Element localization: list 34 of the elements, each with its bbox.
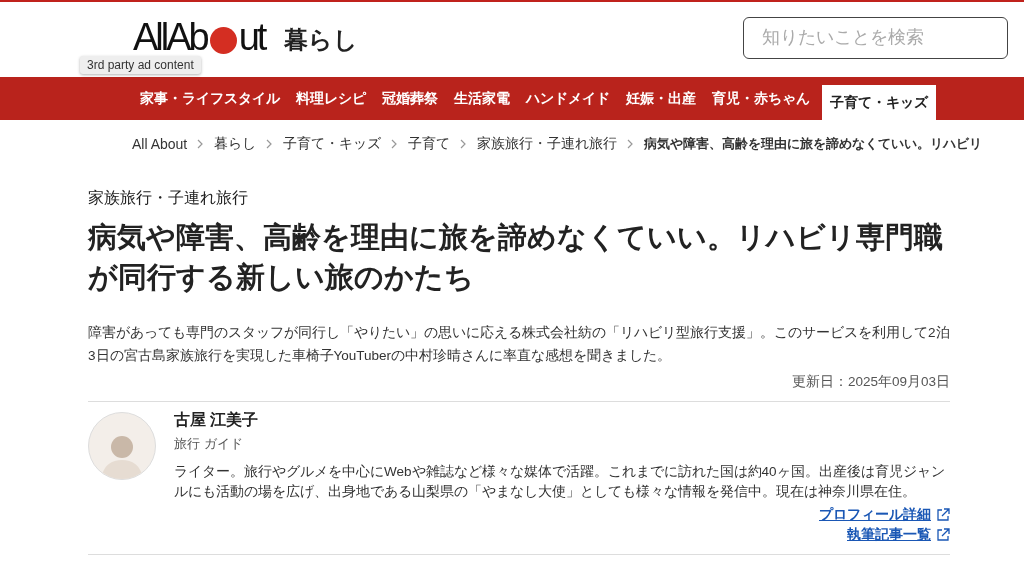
nav-tab[interactable]: 妊娠・出産 (618, 77, 704, 120)
breadcrumb-current: 病気や障害、高齢を理由に旅を諦めなくていい。リハビリ (644, 135, 983, 153)
article-title: 病気や障害、高齢を理由に旅を諦めなくていい。リハビリ専門職が同行する新しい旅のかたち (88, 220, 944, 295)
search-field[interactable]: 知りたいことを検索 (743, 16, 1008, 59)
section-title: 暮らし (284, 24, 359, 55)
breadcrumb-link[interactable]: 暮らし (214, 135, 257, 153)
logo[interactable]: AllAb ut (133, 16, 265, 59)
breadcrumb-link[interactable]: 子育て (408, 135, 451, 153)
nav-tab[interactable]: 冠婚葬祭 (374, 77, 446, 120)
author-name[interactable]: 古屋 江美子 (174, 410, 950, 431)
chevron-icon (460, 139, 468, 149)
author-role: 旅行 ガイド (174, 435, 244, 453)
breadcrumb-link[interactable]: 家族旅行・子連れ旅行 (477, 135, 618, 153)
nav-tab[interactable]: 料理レシピ (288, 77, 374, 120)
breadcrumb-link[interactable]: All About (132, 136, 188, 152)
nav-tab[interactable]: 育児・赤ちゃん (704, 77, 818, 120)
chevron-icon (391, 139, 399, 149)
article-lead: 障害があっても専門のスタッフが同行し「やりたい」の思いに応える株式会社紡の「リハビリ型旅行支援」。このサービスを利用して2泊3日の宮古島家族旅行を実現した車椅子YouTuberの中村珍晴さんに率直な感想を聞きました。 (88, 324, 950, 365)
chevron-icon (627, 139, 635, 149)
chevron-icon (197, 139, 205, 149)
external-link-icon (936, 508, 950, 522)
author-link[interactable]: プロフィール詳細 (819, 506, 950, 524)
nav-tab[interactable]: 生活家電 (446, 77, 518, 120)
nav-tab[interactable]: 家事・ライフスタイル (132, 77, 288, 120)
chevron-icon (266, 139, 274, 149)
breadcrumb-link[interactable]: 子育て・キッズ (283, 135, 382, 153)
article-category[interactable]: 家族旅行・子連れ旅行 (88, 188, 950, 209)
nav-tab[interactable]: 子育て・キッズ (822, 85, 936, 120)
nav-tab[interactable]: ハンドメイド (518, 77, 618, 120)
author-link[interactable]: 執筆記事一覧 (847, 526, 950, 544)
author-bio: ライター。旅行やグルメを中心にWebや雑誌など様々な媒体で活躍。これまでに訪れた国は約40ヶ国。出産後は育児ジャンルにも活動の場を広げ、出身地である山梨県の「やまなし大使」としても様々な情報を発信中。現在は神奈川県在住。 (174, 463, 946, 501)
updated-date: 更新日：2025年09月03日 (790, 373, 950, 391)
external-link-icon (936, 528, 950, 542)
ad-tooltip: 3rd party ad content (80, 56, 201, 74)
